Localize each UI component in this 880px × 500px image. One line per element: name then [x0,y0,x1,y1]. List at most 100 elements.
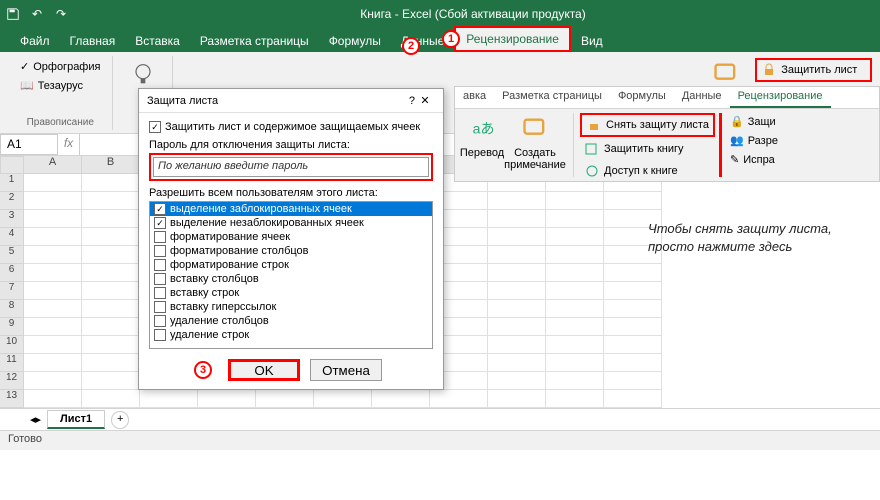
permission-checkbox[interactable]: ✓ [154,217,166,229]
cell[interactable] [604,390,662,408]
row-header[interactable]: 11 [0,354,24,372]
permission-checkbox[interactable]: ✓ [154,203,166,215]
stab-formulas[interactable]: Формулы [610,87,674,108]
cell[interactable] [488,228,546,246]
stab-layout[interactable]: Разметка страницы [494,87,610,108]
cell[interactable] [488,282,546,300]
cell[interactable] [82,246,140,264]
cell[interactable] [24,354,82,372]
permission-item[interactable]: вставку столбцов [150,272,432,286]
permission-item[interactable]: удаление строк [150,328,432,342]
cell[interactable] [546,228,604,246]
row-header[interactable]: 12 [0,372,24,390]
cell[interactable] [488,318,546,336]
allow-partial-button[interactable]: 👥Разре [726,132,782,149]
share-book-button[interactable]: Доступ к книге [580,161,715,181]
thesaurus-button[interactable]: 📖 Тезаурус [16,77,104,94]
cell[interactable] [82,174,140,192]
cell[interactable] [546,336,604,354]
row-header[interactable]: 4 [0,228,24,246]
permission-item[interactable]: ✓выделение заблокированных ячеек [150,202,432,216]
protect-sheet-button[interactable]: Защитить лист [755,58,872,82]
unprotect-sheet-button[interactable]: Снять защиту листа [580,113,715,137]
cell[interactable] [24,210,82,228]
translate-button[interactable]: aあ Перевод [459,113,505,177]
tab-home[interactable]: Главная [60,30,126,52]
select-all-corner[interactable] [0,156,24,174]
cell[interactable] [604,354,662,372]
permission-checkbox[interactable] [154,245,166,257]
cell[interactable] [314,390,372,408]
cell[interactable] [24,228,82,246]
cell[interactable] [546,354,604,372]
fx-icon[interactable]: fx [58,134,80,155]
cell[interactable] [82,372,140,390]
cell[interactable] [488,300,546,318]
cell[interactable] [82,228,140,246]
tab-formulas[interactable]: Формулы [319,30,391,52]
cell[interactable] [546,246,604,264]
row-header[interactable]: 6 [0,264,24,282]
cancel-button[interactable]: Отмена [310,359,382,381]
cell[interactable] [82,354,140,372]
sheet-nav-icon[interactable]: ◂▸ [30,413,41,426]
row-header[interactable]: 13 [0,390,24,408]
cell[interactable] [82,318,140,336]
cell[interactable] [24,264,82,282]
cell[interactable] [546,192,604,210]
cell[interactable] [604,336,662,354]
col-header[interactable]: A [24,156,82,174]
track-partial-button[interactable]: ✎Испра [726,151,782,168]
permission-checkbox[interactable] [154,259,166,271]
cell[interactable] [488,390,546,408]
row-header[interactable]: 2 [0,192,24,210]
ok-button[interactable]: OK [228,359,300,381]
cell[interactable] [24,174,82,192]
col-header[interactable]: B [82,156,140,174]
cell[interactable] [82,192,140,210]
cell[interactable] [82,390,140,408]
save-icon[interactable] [4,5,22,23]
spelling-button[interactable]: ✓ Орфография [16,58,104,75]
new-comment-button[interactable]: Создать примечание [505,113,565,177]
cell[interactable] [488,264,546,282]
permission-item[interactable]: вставку гиперссылок [150,300,432,314]
cell[interactable] [488,372,546,390]
permission-checkbox[interactable] [154,273,166,285]
cell[interactable] [24,318,82,336]
row-header[interactable]: 9 [0,318,24,336]
cell[interactable] [82,264,140,282]
stab-partial[interactable]: авка [455,87,494,108]
cell[interactable] [488,210,546,228]
permission-checkbox[interactable] [154,231,166,243]
name-box[interactable]: A1 [0,134,58,155]
cell[interactable] [256,390,314,408]
cell[interactable] [372,390,430,408]
stab-review[interactable]: Рецензирование [730,87,831,108]
cell[interactable] [546,264,604,282]
permission-checkbox[interactable] [154,315,166,327]
cell[interactable] [24,246,82,264]
permission-checkbox[interactable] [154,287,166,299]
cell[interactable] [82,300,140,318]
permission-item[interactable]: форматирование строк [150,258,432,272]
cell[interactable] [24,336,82,354]
cell[interactable] [546,372,604,390]
row-header[interactable]: 3 [0,210,24,228]
password-input[interactable]: По желанию введите пароль [153,157,429,177]
protect-book-button[interactable]: Защитить книгу [580,139,715,159]
cell[interactable] [82,210,140,228]
cell[interactable] [546,210,604,228]
cell[interactable] [24,300,82,318]
permission-checkbox[interactable] [154,301,166,313]
cell[interactable] [24,390,82,408]
cell[interactable] [604,192,662,210]
tab-insert[interactable]: Вставка [125,30,190,52]
undo-icon[interactable]: ↶ [28,5,46,23]
permission-item[interactable]: ✓выделение незаблокированных ячеек [150,216,432,230]
add-sheet-button[interactable]: + [111,411,129,429]
cell[interactable] [546,300,604,318]
cell[interactable] [604,372,662,390]
permission-item[interactable]: форматирование столбцов [150,244,432,258]
tab-review[interactable]: Рецензирование [454,26,571,52]
